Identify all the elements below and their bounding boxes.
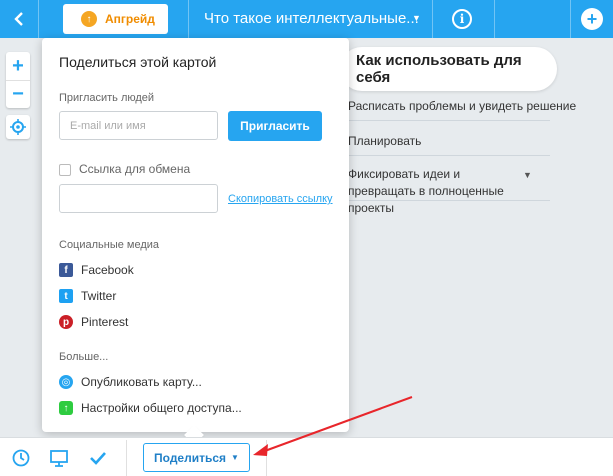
copy-link[interactable]: Скопировать ссылку: [228, 193, 333, 205]
share-popup: Поделиться этой картой Пригласить людей …: [42, 38, 349, 432]
email-input[interactable]: E-mail или имя: [59, 111, 218, 140]
twitter-link[interactable]: t Twitter: [59, 289, 116, 303]
pinterest-label: Pinterest: [81, 315, 129, 329]
publish-map-link[interactable]: ◎ Опубликовать карту...: [59, 375, 202, 389]
twitter-label: Twitter: [81, 289, 117, 303]
share-link-checkbox[interactable]: [59, 164, 71, 176]
social-section-label: Социальные медиа: [59, 239, 160, 251]
map-branch[interactable]: Расписать проблемы и увидеть решение: [348, 98, 576, 115]
share-settings-label: Настройки общего доступа...: [81, 401, 242, 415]
share-settings-icon: ↑: [59, 401, 73, 415]
divider: [570, 0, 571, 38]
share-button[interactable]: Поделиться ▼: [143, 443, 250, 472]
share-link-field[interactable]: [59, 184, 218, 213]
center-map-button[interactable]: [6, 115, 30, 139]
presentation-icon[interactable]: [49, 448, 69, 468]
upgrade-label: Апгрейд: [105, 12, 155, 26]
map-branch[interactable]: Планировать: [348, 133, 421, 150]
share-link-label: Ссылка для обмена: [79, 162, 191, 176]
divider: [126, 440, 127, 476]
divider: [188, 0, 189, 38]
info-icon[interactable]: i: [452, 9, 472, 29]
branch-line: [340, 120, 550, 121]
facebook-link[interactable]: f Facebook: [59, 263, 134, 277]
twitter-icon: t: [59, 289, 73, 303]
branch-line: [340, 200, 550, 201]
facebook-label: Facebook: [81, 263, 134, 277]
checkmark-icon[interactable]: [88, 448, 108, 468]
zoom-in-button[interactable]: +: [6, 52, 30, 80]
bottom-bar: [0, 437, 613, 476]
pinterest-link[interactable]: p Pinterest: [59, 315, 128, 329]
target-icon: [10, 119, 26, 135]
share-button-label: Поделиться: [154, 450, 227, 465]
upgrade-button[interactable]: ↑ Апгрейд: [63, 4, 168, 34]
chevron-left-icon: [14, 12, 23, 26]
map-title[interactable]: Что такое интеллектуальные...: [204, 10, 419, 27]
upgrade-badge-icon: ↑: [81, 11, 97, 27]
caret-down-icon[interactable]: ▼: [412, 13, 421, 23]
popup-title: Поделиться этой картой: [59, 54, 217, 70]
divider: [266, 440, 267, 476]
pinterest-icon: p: [59, 315, 73, 329]
caret-down-icon: ▼: [231, 453, 239, 462]
publish-map-label: Опубликовать карту...: [81, 375, 202, 389]
map-node-main[interactable]: Как использовать для себя: [340, 47, 557, 91]
history-icon[interactable]: [11, 448, 31, 468]
more-section-label: Больше...: [59, 351, 109, 363]
share-settings-link[interactable]: ↑ Настройки общего доступа...: [59, 401, 242, 415]
divider: [432, 0, 433, 38]
add-button[interactable]: +: [581, 8, 603, 30]
invite-button[interactable]: Пригласить: [228, 111, 322, 141]
invite-section-label: Пригласить людей: [59, 92, 155, 104]
divider: [38, 0, 39, 38]
top-bar: ↑ Апгрейд Что такое интеллектуальные... …: [0, 0, 613, 38]
facebook-icon: f: [59, 263, 73, 277]
back-button[interactable]: [0, 0, 38, 38]
globe-icon: ◎: [59, 375, 73, 389]
caret-down-icon[interactable]: ▼: [523, 170, 532, 180]
zoom-controls: + −: [6, 52, 30, 108]
zoom-out-button[interactable]: −: [6, 80, 30, 108]
divider: [494, 0, 495, 38]
branch-line: [340, 155, 550, 156]
map-branch[interactable]: Фиксировать идеи и превращать в полноцен…: [348, 166, 528, 217]
